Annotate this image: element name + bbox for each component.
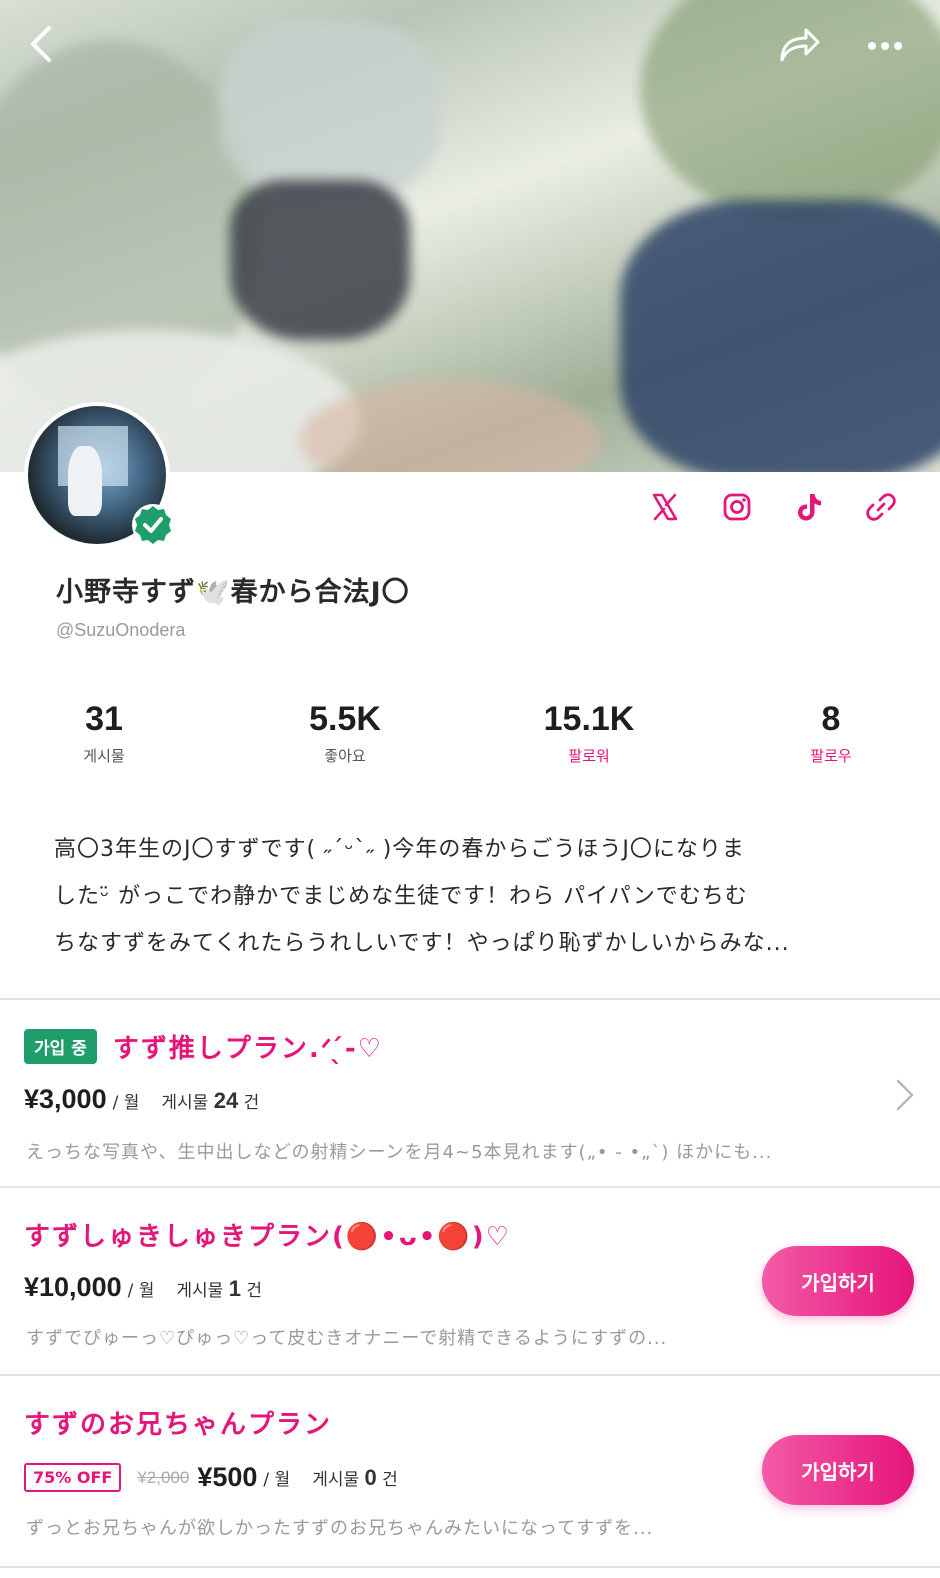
plan-description: えっちな写真や、生中出しなどの射精シーンを月4~5本見れます(„• ֊ •„`)…: [26, 1142, 773, 1163]
divider: [0, 1566, 940, 1568]
plan-card-suki-suki[interactable]: すずしゅきしゅきプラン(🔴•ᴗ•🔴)♡ ¥10,000 / 월 게시물 1 건 …: [0, 1188, 940, 1374]
plan-price: ¥500: [197, 1462, 258, 1492]
chevron-right-icon: [896, 1079, 914, 1111]
stat-label: 게시물: [83, 747, 125, 765]
bio-line: ちなすずをみてくれたらうれしいです！やっぱり恥ずかしいからみな...: [54, 931, 790, 956]
more-horizontal-icon: [868, 42, 902, 50]
plan-title: すずのお兄ちゃんプラン: [24, 1410, 333, 1440]
instagram-link[interactable]: [720, 490, 754, 524]
joined-badge: 가입 중: [24, 1029, 97, 1064]
stat-posts[interactable]: 31 게시물: [4, 700, 204, 766]
bio[interactable]: 高〇3年生のJ〇すずです( ˶ˊᵕˋ˶ )今年の春からごうほうJ〇になりま した…: [54, 826, 884, 967]
display-name: 小野寺すず🕊️春から合法J〇: [56, 577, 410, 608]
plan-price: ¥3,000: [24, 1084, 107, 1114]
stat-label: 좋아요: [324, 747, 366, 765]
verified-badge-icon: [130, 502, 176, 548]
chevron-left-icon: [31, 26, 51, 62]
bio-line: 高〇3年生のJ〇すずです( ˶ˊᵕˋ˶ )今年の春からごうほうJ〇になりま: [54, 837, 745, 862]
tiktok-link[interactable]: [792, 490, 826, 524]
discount-badge: 75% OFF: [24, 1463, 122, 1492]
plan-title: すず推しプラン.ᐟ‪‪‪‪‪‪‪‪‪‪‪‪‪‪‪‪‪‪‪‪‪‪‪‪‪‪‪ ̖́-…: [112, 1034, 383, 1064]
plan-post-count: 게시물 1 건: [176, 1276, 263, 1301]
plan-card-suzu-oshi[interactable]: 가입 중 すず推しプラン.ᐟ‪‪‪‪‪‪‪‪‪‪‪‪‪‪‪‪‪‪‪‪‪‪‪‪‪‪…: [0, 1000, 940, 1186]
stat-value: 8: [821, 700, 841, 738]
plan-period: / 월: [112, 1093, 140, 1113]
share-icon: [780, 28, 820, 62]
plan-price: ¥10,000: [24, 1272, 122, 1302]
link-icon: [866, 493, 896, 521]
stat-likes[interactable]: 5.5K 좋아요: [245, 700, 445, 766]
stat-value: 31: [85, 700, 123, 738]
back-button[interactable]: [22, 22, 62, 66]
instagram-icon: [723, 493, 751, 521]
plan-period: / 월: [263, 1470, 291, 1490]
stat-value: 15.1K: [543, 700, 635, 738]
stat-followers[interactable]: 15.1K 팔로워: [489, 700, 689, 766]
plan-description: すずでぴゅーっ♡ぴゅっ♡って皮むきオナニーで射精できるようにすずの...: [26, 1328, 668, 1349]
plan-post-count: 게시물 24 건: [161, 1088, 260, 1113]
social-links: [648, 490, 898, 524]
tiktok-icon: [798, 494, 821, 521]
plan-description: ずっとお兄ちゃんが欲しかったすずのお兄ちゃんみたいになってすずを...: [26, 1518, 654, 1539]
more-button[interactable]: [862, 26, 908, 66]
share-button[interactable]: [776, 22, 822, 66]
website-link[interactable]: [864, 490, 898, 524]
join-button[interactable]: 가입하기: [762, 1435, 914, 1505]
user-handle: @SuzuOnodera: [56, 620, 186, 640]
x-link[interactable]: [648, 490, 682, 524]
top-bar: [0, 0, 940, 90]
stat-label: 팔로우: [810, 747, 852, 765]
plan-card-onii-chan[interactable]: すずのお兄ちゃんプラン 75% OFF ¥2,000 ¥500 / 월 게시물 …: [0, 1376, 940, 1566]
join-button[interactable]: 가입하기: [762, 1246, 914, 1316]
plan-post-count: 게시물 0 건: [312, 1464, 398, 1490]
profile-stats: 31 게시물 5.5K 좋아요 15.1K 팔로워 8 팔로우: [0, 700, 940, 780]
stat-label: 팔로워: [568, 747, 610, 765]
original-price: ¥2,000: [137, 1467, 190, 1487]
stat-value: 5.5K: [309, 700, 381, 738]
bio-line: したᵕ̈ がっこでわ静かでまじめな生徒です！わら パイパンでむちむ: [54, 884, 748, 909]
stat-following[interactable]: 8 팔로우: [731, 700, 931, 766]
plan-period: / 월: [127, 1281, 155, 1301]
x-icon: [652, 493, 678, 521]
plan-title: すずしゅきしゅきプラン(🔴•ᴗ•🔴)♡: [24, 1222, 511, 1252]
